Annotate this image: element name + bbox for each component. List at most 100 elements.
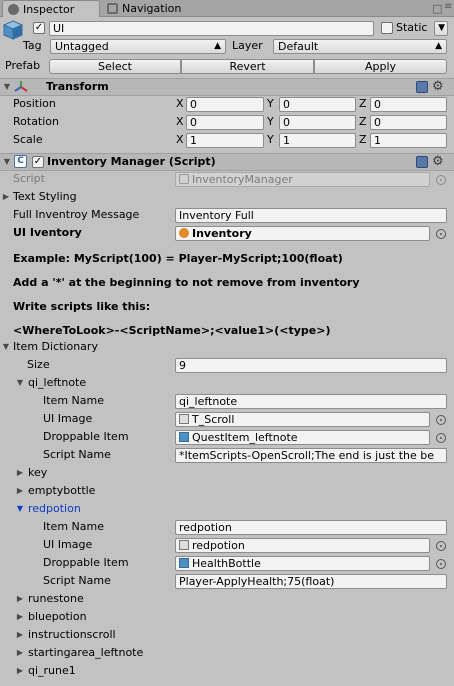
ui-image-field[interactable]: redpotion: [175, 538, 430, 553]
tab-navigation[interactable]: Navigation: [102, 0, 212, 17]
info-example: Example: MyScript(100) = Player-MyScript…: [13, 252, 343, 265]
axis-x-label: X: [176, 115, 184, 128]
target-icon[interactable]: [436, 433, 446, 443]
rotation-y-field[interactable]: 0: [279, 115, 356, 130]
text-styling-foldout-icon[interactable]: ▶: [1, 189, 11, 205]
script-name-label: Script Name: [43, 574, 111, 587]
book-icon[interactable]: [416, 81, 428, 93]
active-checkbox[interactable]: ✓: [33, 22, 45, 34]
transform-icon: [14, 80, 28, 94]
image-icon: [179, 414, 189, 424]
dictionary-entry[interactable]: runestone: [28, 591, 84, 607]
dictionary-entry[interactable]: bluepotion: [28, 609, 87, 625]
item-dictionary-label[interactable]: Item Dictionary: [13, 339, 98, 355]
static-dropdown[interactable]: ▼: [434, 21, 448, 36]
image-icon: [179, 540, 189, 550]
layer-label: Layer: [232, 39, 263, 52]
info-asterisk: Add a '*' at the beginning to not remove…: [13, 276, 360, 289]
scale-label: Scale: [13, 133, 43, 146]
entry-foldout-icon[interactable]: ▶: [15, 609, 25, 625]
script-icon: C: [14, 155, 27, 168]
size-input[interactable]: 9: [175, 358, 447, 373]
position-z-field[interactable]: 0: [370, 97, 447, 112]
prefab-icon: [179, 432, 189, 442]
entry-foldout-icon[interactable]: ▶: [15, 663, 25, 679]
info-format: <WhereToLook>-<ScriptName>;<value1>(<typ…: [13, 324, 331, 337]
lock-icon[interactable]: □: [432, 2, 442, 15]
tag-dropdown[interactable]: Untagged ▲︎: [50, 39, 226, 54]
rotation-x-field[interactable]: 0: [186, 115, 264, 130]
ui-image-field[interactable]: T_Scroll: [175, 412, 430, 427]
entry-foldout-icon[interactable]: ▶: [15, 483, 25, 499]
static-checkbox[interactable]: [381, 22, 393, 34]
component-enabled-checkbox[interactable]: ✓: [32, 156, 44, 168]
droppable-item-label: Droppable Item: [43, 430, 129, 443]
gear-icon[interactable]: ⚙: [432, 155, 444, 168]
item-name-input[interactable]: qi_leftnote: [175, 394, 447, 409]
full-message-input[interactable]: Inventory Full: [175, 208, 447, 223]
target-icon[interactable]: [436, 415, 446, 425]
prefab-apply-button[interactable]: Apply: [314, 59, 447, 74]
ui-inventory-label: UI Iventory: [13, 226, 82, 239]
chevron-down-icon: ▲︎: [435, 41, 442, 51]
component-title: Inventory Manager (Script): [47, 155, 216, 168]
gear-icon[interactable]: ⚙: [432, 80, 444, 93]
ui-image-label: UI Image: [43, 538, 93, 551]
axis-y-label: Y: [267, 97, 274, 110]
dictionary-entry[interactable]: emptybottle: [28, 483, 95, 499]
position-label: Position: [13, 97, 56, 110]
dictionary-entry[interactable]: instructionscroll: [28, 627, 116, 643]
target-icon[interactable]: [436, 541, 446, 551]
scale-y-field[interactable]: 1: [279, 133, 356, 148]
book-icon[interactable]: [416, 156, 428, 168]
transform-foldout-icon[interactable]: ▼: [2, 79, 12, 95]
script-name-input[interactable]: Player-ApplyHealth;75(float): [175, 574, 447, 589]
tab-inspector[interactable]: Inspector: [2, 0, 100, 17]
prefab-select-button[interactable]: Select: [49, 59, 181, 74]
entry-foldout-icon[interactable]: ▶: [15, 591, 25, 607]
dictionary-foldout-icon[interactable]: ▼: [1, 339, 11, 355]
navigation-icon: [107, 3, 118, 14]
info-write-scripts: Write scripts like this:: [13, 300, 151, 313]
prefab-label: Prefab: [5, 59, 41, 72]
axis-y-label: Y: [267, 133, 274, 146]
target-icon[interactable]: [436, 559, 446, 569]
prefab-revert-button[interactable]: Revert: [181, 59, 314, 74]
entry-foldout-icon[interactable]: ▼: [15, 501, 25, 517]
menu-icon[interactable]: ≡: [444, 1, 452, 12]
scale-z-field[interactable]: 1: [370, 133, 447, 148]
axis-z-label: Z: [359, 133, 367, 146]
text-styling-label[interactable]: Text Styling: [13, 189, 77, 205]
size-label: Size: [27, 358, 50, 371]
script-name-input[interactable]: *ItemScripts-OpenScroll;The end is just …: [175, 448, 447, 463]
position-x-field[interactable]: 0: [186, 97, 264, 112]
rotation-z-field[interactable]: 0: [370, 115, 447, 130]
cube-icon: [2, 20, 24, 40]
dictionary-entry[interactable]: key: [28, 465, 47, 481]
dictionary-entry[interactable]: startingarea_leftnote: [28, 645, 143, 661]
entry-foldout-icon[interactable]: ▶: [15, 465, 25, 481]
item-name-input[interactable]: redpotion: [175, 520, 447, 535]
entry-foldout-icon[interactable]: ▼: [15, 375, 25, 391]
ui-image-label: UI Image: [43, 412, 93, 425]
prefab-icon: [179, 228, 189, 238]
droppable-item-field[interactable]: HealthBottle: [175, 556, 430, 571]
axis-x-label: X: [176, 97, 184, 110]
component-foldout-icon[interactable]: ▼: [2, 154, 12, 170]
dictionary-entry[interactable]: qi_leftnote: [28, 375, 86, 391]
entry-foldout-icon[interactable]: ▶: [15, 627, 25, 643]
entry-foldout-icon[interactable]: ▶: [15, 645, 25, 661]
dictionary-entry-selected[interactable]: redpotion: [28, 501, 81, 517]
tag-label: Tag: [23, 39, 42, 52]
script-field: InventoryManager: [175, 172, 430, 187]
full-message-label: Full Inventroy Message: [13, 208, 140, 221]
droppable-item-field[interactable]: QuestItem_leftnote: [175, 430, 430, 445]
scale-x-field[interactable]: 1: [186, 133, 264, 148]
layer-dropdown[interactable]: Default ▲︎: [273, 39, 447, 54]
position-y-field[interactable]: 0: [279, 97, 356, 112]
dictionary-entry[interactable]: qi_rune1: [28, 663, 76, 679]
target-icon[interactable]: [436, 229, 446, 239]
gameobject-name-input[interactable]: UI: [49, 21, 374, 36]
axis-y-label: Y: [267, 115, 274, 128]
ui-inventory-field[interactable]: Inventory: [175, 226, 430, 241]
